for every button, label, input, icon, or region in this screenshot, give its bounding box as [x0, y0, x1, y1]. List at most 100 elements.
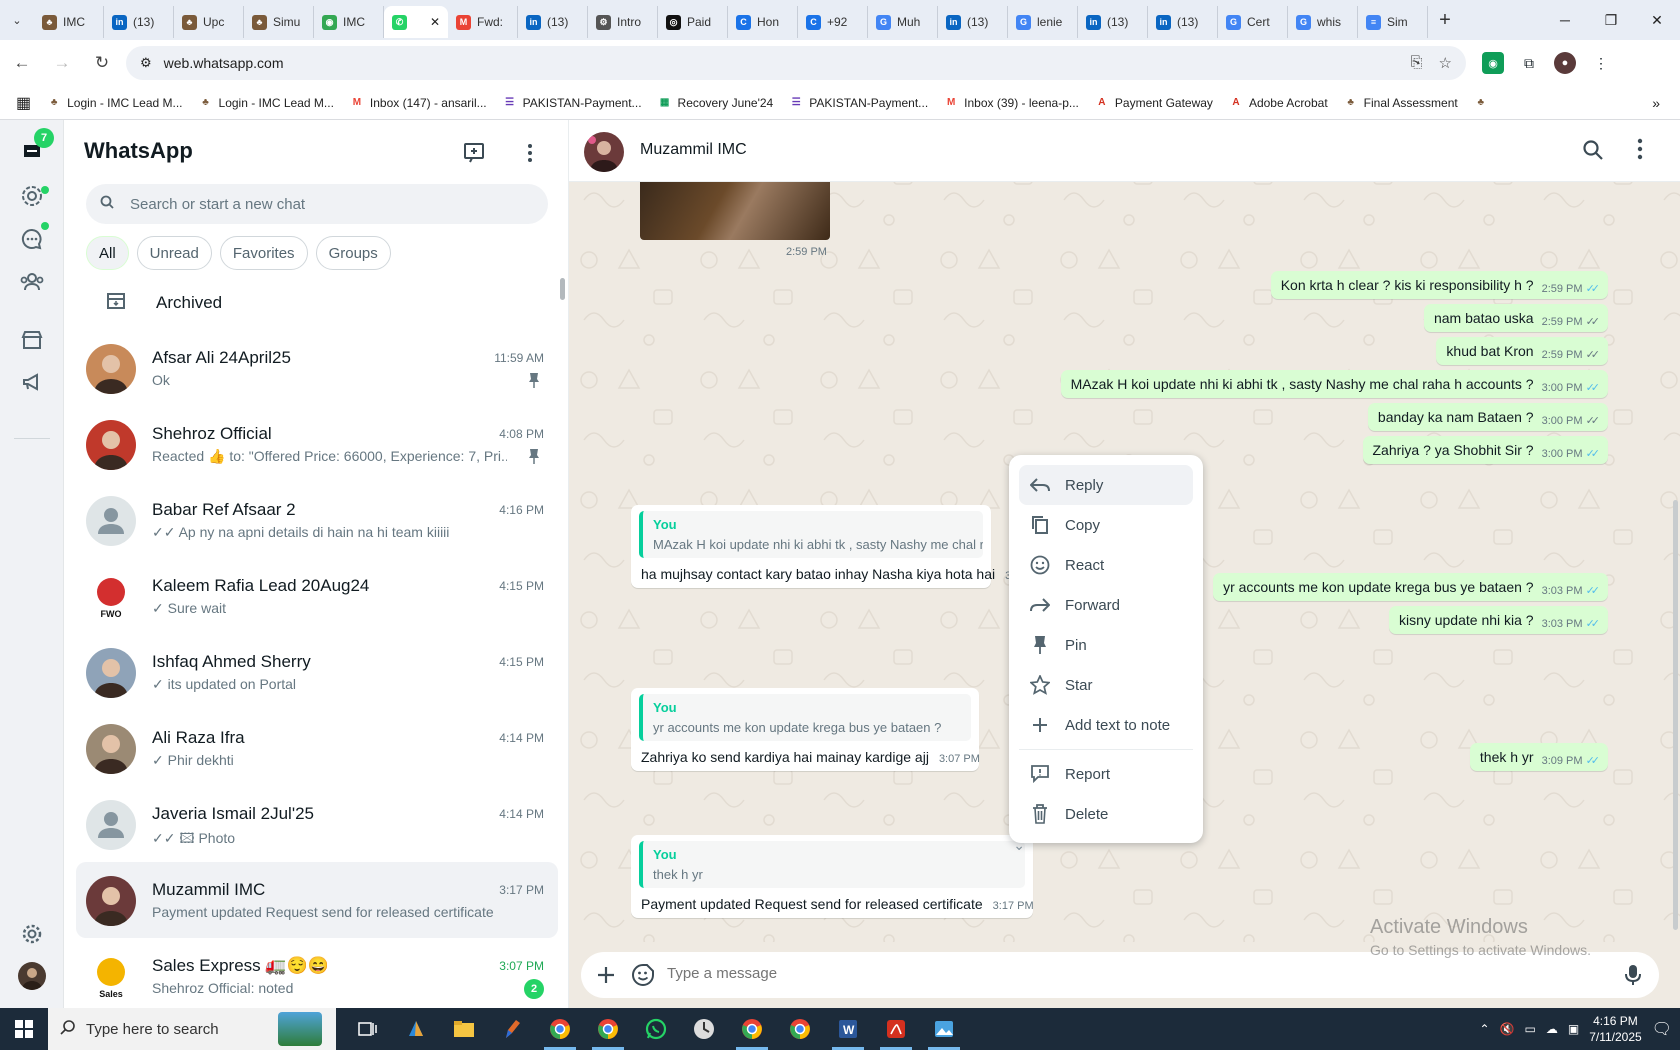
chat-list-item[interactable]: Babar Ref Afsaar 2 4:16 PM ✓✓ Ap ny na apn…: [76, 482, 558, 558]
display-icon[interactable]: ▣: [1568, 1022, 1579, 1036]
new-tab-button[interactable]: +: [1428, 4, 1462, 36]
conversation-menu-icon[interactable]: [1637, 138, 1643, 165]
browser-tab[interactable]: ♣ Upc: [174, 6, 244, 38]
word-app-icon[interactable]: W: [824, 1008, 872, 1050]
site-info-icon[interactable]: ⚙: [140, 55, 152, 71]
bookmark-item[interactable]: A Adobe Acrobat: [1221, 96, 1336, 110]
catalog-store-icon[interactable]: [18, 326, 46, 354]
chat-list-item[interactable]: Shehroz Official 4:08 PM Reacted 👍 to: "Of…: [76, 406, 558, 482]
bookmark-star-icon[interactable]: ☆: [1439, 54, 1452, 72]
pen-app-icon[interactable]: [488, 1008, 536, 1050]
clock-app-icon[interactable]: [680, 1008, 728, 1050]
extensions-puzzle-icon[interactable]: ⧉: [1518, 52, 1540, 74]
cloud-icon[interactable]: ☁: [1546, 1022, 1558, 1036]
bookmark-item[interactable]: ♣ Login - IMC Lead M...: [39, 96, 190, 110]
photos-app-icon[interactable]: [920, 1008, 968, 1050]
chat-list-item[interactable]: Sales Sales Express 🚛😌😄 3:07 PM Shehroz Off…: [76, 938, 558, 1008]
apps-grid-icon[interactable]: ▦: [8, 93, 39, 113]
install-app-icon[interactable]: ⎘: [1411, 54, 1423, 72]
conversation-search-icon[interactable]: [1582, 139, 1604, 166]
chat-list-item[interactable]: Muzammil IMC 3:17 PM Payment updated Reque…: [76, 862, 558, 938]
browser-tab[interactable]: ♣ Simu: [244, 6, 314, 38]
more-bookmarks-icon[interactable]: »: [1644, 95, 1680, 111]
browser-tab[interactable]: M Fwd:: [448, 6, 518, 38]
bookmark-item[interactable]: A Payment Gateway: [1087, 96, 1221, 110]
extension-green-icon[interactable]: ◉: [1482, 52, 1504, 74]
minimize-button[interactable]: ─: [1542, 0, 1588, 40]
chrome-window-icon[interactable]: [728, 1008, 776, 1050]
profile-avatar-icon[interactable]: ●: [1554, 52, 1576, 74]
menu-item-report[interactable]: Report: [1019, 754, 1193, 794]
quoted-message[interactable]: You MAzak H koi update nhi ki abhi tk , s…: [639, 511, 983, 558]
contact-avatar[interactable]: [584, 132, 624, 172]
bookmark-item[interactable]: ☰ PAKISTAN-Payment...: [781, 96, 936, 110]
browser-menu-icon[interactable]: ⋮: [1590, 52, 1612, 74]
filter-chip-unread[interactable]: Unread: [136, 236, 212, 270]
task-view-icon[interactable]: [344, 1008, 392, 1050]
windows-start-button[interactable]: [0, 1008, 48, 1050]
network-icon[interactable]: ▭: [1525, 1022, 1536, 1036]
menu-item-react[interactable]: React: [1019, 545, 1193, 585]
browser-tab[interactable]: ♣ IMC: [34, 6, 104, 38]
menu-item-copy[interactable]: Copy: [1019, 505, 1193, 545]
quoted-message[interactable]: You thek h yr: [639, 841, 1025, 888]
filter-chip-all[interactable]: All: [86, 236, 129, 270]
filter-chip-favorites[interactable]: Favorites: [219, 236, 308, 270]
volume-muted-icon[interactable]: 🔇: [1500, 1022, 1515, 1036]
browser-tab[interactable]: Glenie: [1008, 6, 1078, 38]
browser-tab[interactable]: C Hon: [728, 6, 798, 38]
browser-tab[interactable]: in (13): [518, 6, 588, 38]
outgoing-message[interactable]: kisny update nhi kia ? 3:03 PM ✓✓: [1388, 606, 1608, 634]
copilot-app-icon[interactable]: [392, 1008, 440, 1050]
taskbar-search-box[interactable]: Type here to search: [48, 1008, 336, 1050]
back-button[interactable]: ←: [4, 45, 40, 81]
browser-tab[interactable]: ◎ Paid: [658, 6, 728, 38]
quoted-message[interactable]: You yr accounts me kon update krega bus y…: [639, 694, 971, 741]
menu-item-add-text-to-note[interactable]: Add text to note: [1019, 705, 1193, 745]
attach-plus-icon[interactable]: [595, 964, 617, 991]
chrome-profile-icon[interactable]: [584, 1008, 632, 1050]
conversation-scrollbar[interactable]: [1673, 500, 1678, 930]
menu-item-delete[interactable]: Delete: [1019, 794, 1193, 834]
bookmark-item[interactable]: M Inbox (39) - leena-p...: [936, 96, 1087, 110]
browser-tab[interactable]: Gwhis: [1288, 6, 1358, 38]
chat-list-item[interactable]: Afsar Ali 24April25 11:59 AM Ok: [76, 330, 558, 406]
microphone-icon[interactable]: [1623, 963, 1643, 992]
incoming-message[interactable]: You MAzak H koi update nhi ki abhi tk , s…: [631, 505, 1046, 588]
browser-tab[interactable]: ⚙ Intro: [588, 6, 658, 38]
chat-list-scrollbar[interactable]: [560, 278, 565, 300]
search-input[interactable]: Search or start a new chat: [86, 184, 548, 224]
menu-item-forward[interactable]: Forward: [1019, 585, 1193, 625]
outgoing-message[interactable]: banday ka nam Bataen ? 3:00 PM ✓✓: [1367, 403, 1608, 431]
taskbar-clock[interactable]: 4:16 PM 7/11/2025: [1589, 1013, 1642, 1045]
outgoing-message[interactable]: Kon krta h clear ? kis ki responsibility…: [1270, 271, 1608, 299]
browser-tab[interactable]: C +92: [798, 6, 868, 38]
communities-icon[interactable]: [18, 268, 46, 296]
reload-button[interactable]: ↻: [84, 45, 120, 81]
browser-tab[interactable]: in (13): [1148, 6, 1218, 38]
menu-item-star[interactable]: Star: [1019, 665, 1193, 705]
omnibox[interactable]: ⚙ web.whatsapp.com ⎘ ☆: [126, 46, 1466, 80]
browser-tab[interactable]: ◉ IMC: [314, 6, 384, 38]
bookmark-item[interactable]: ♣ Login - IMC Lead M...: [191, 96, 342, 110]
filter-chip-groups[interactable]: Groups: [315, 236, 391, 270]
whatsapp-app-icon[interactable]: [632, 1008, 680, 1050]
new-chat-icon[interactable]: [462, 140, 488, 166]
browser-tab[interactable]: ≡ Sim: [1358, 6, 1428, 38]
file-explorer-icon[interactable]: [440, 1008, 488, 1050]
conversation-header[interactable]: Muzammil IMC: [569, 120, 1680, 182]
browser-tab[interactable]: in (13): [1078, 6, 1148, 38]
chat-list-item[interactable]: Javeria Ismail 2Jul'25 4:14 PM ✓✓ 🖾 Photo: [76, 786, 558, 862]
browser-tab[interactable]: in (13): [938, 6, 1008, 38]
outgoing-message[interactable]: khud bat Kron 2:59 PM ✓✓: [1436, 337, 1608, 365]
chat-list-item[interactable]: Ali Raza Ifra 4:14 PM ✓ Phir dekhti: [76, 710, 558, 786]
shared-image-thumbnail[interactable]: [640, 182, 830, 240]
browser-tab[interactable]: G Cert: [1218, 6, 1288, 38]
chat-list-item[interactable]: Ishfaq Ahmed Sherry 4:15 PM ✓ its updated …: [76, 634, 558, 710]
menu-item-reply[interactable]: Reply: [1019, 465, 1193, 505]
outgoing-message[interactable]: Zahriya ? ya Shobhit Sir ? 3:00 PM ✓✓: [1362, 436, 1608, 464]
settings-gear-icon[interactable]: [18, 920, 46, 948]
outgoing-message[interactable]: thek h yr 3:09 PM ✓✓: [1469, 743, 1608, 771]
browser-tab[interactable]: ✆ ✕: [384, 6, 448, 38]
bookmark-item[interactable]: M Inbox (147) - ansaril...: [342, 96, 495, 110]
